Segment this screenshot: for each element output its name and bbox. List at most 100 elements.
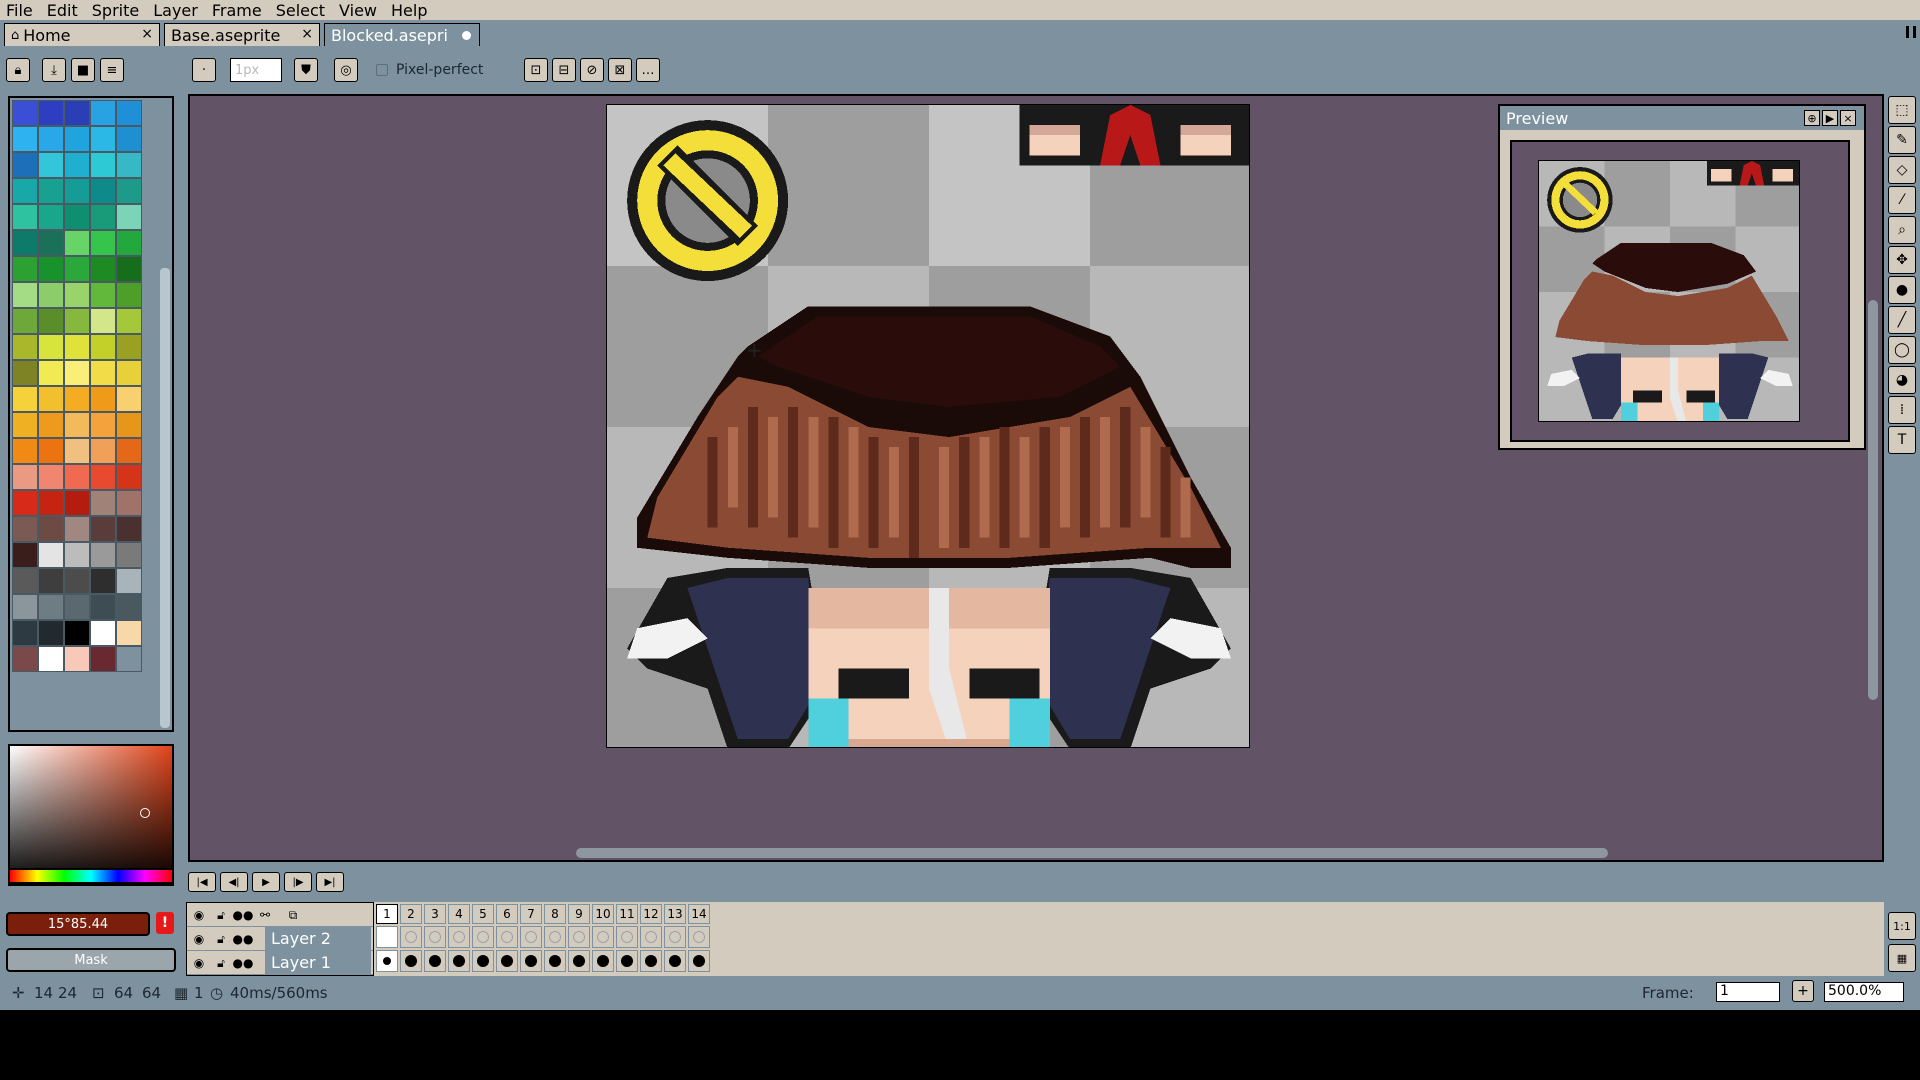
cel[interactable]: [520, 926, 542, 948]
palette-swatch[interactable]: [116, 464, 142, 490]
palette-swatch[interactable]: [12, 126, 38, 152]
horizontal-scrollbar[interactable]: [576, 848, 1608, 858]
cel[interactable]: [592, 926, 614, 948]
onion-skin-icon[interactable]: ●●: [233, 907, 254, 923]
palette-swatch[interactable]: [12, 204, 38, 230]
palette-swatch[interactable]: [12, 178, 38, 204]
cel[interactable]: [592, 950, 614, 972]
palette-swatch[interactable]: [116, 230, 142, 256]
brush-size-input[interactable]: 1px: [230, 58, 282, 82]
play-icon[interactable]: ▶: [252, 872, 280, 892]
frame-header[interactable]: 6: [496, 904, 518, 924]
layer-row-1[interactable]: ◉ 🔓︎ ●● Layer 1: [187, 951, 373, 975]
palette-swatch[interactable]: [116, 594, 142, 620]
previous-frame-icon[interactable]: ◀|: [220, 872, 248, 892]
brush-type-icon[interactable]: ·: [192, 58, 216, 82]
cel[interactable]: [544, 950, 566, 972]
palette-swatch[interactable]: [90, 568, 116, 594]
palette-swatch[interactable]: [12, 256, 38, 282]
palette-swatch[interactable]: [38, 386, 64, 412]
palette-swatch[interactable]: [12, 646, 38, 672]
spray-tool-icon[interactable]: ⁞: [1888, 396, 1916, 424]
cel[interactable]: [424, 950, 446, 972]
palette-swatch[interactable]: [116, 568, 142, 594]
palette-swatch[interactable]: [12, 620, 38, 646]
palette-swatch[interactable]: [116, 412, 142, 438]
palette-swatch[interactable]: [116, 334, 142, 360]
palette-swatch[interactable]: [38, 516, 64, 542]
palette-swatch[interactable]: [90, 256, 116, 282]
palette-swatch[interactable]: [38, 594, 64, 620]
palette-swatch[interactable]: [116, 282, 142, 308]
blur-tool-icon[interactable]: ◕: [1888, 366, 1916, 394]
visibility-icon[interactable]: ◉: [191, 955, 207, 971]
frame-header[interactable]: 4: [448, 904, 470, 924]
hue-slider[interactable]: [8, 868, 174, 884]
menu-layer[interactable]: Layer: [153, 1, 198, 20]
palette-swatch[interactable]: [12, 230, 38, 256]
symmetry-v-icon[interactable]: ⊟: [552, 58, 576, 82]
menu-sprite[interactable]: Sprite: [92, 1, 139, 20]
cel[interactable]: [640, 926, 662, 948]
palette-swatch[interactable]: [64, 412, 90, 438]
palette-swatch[interactable]: [38, 256, 64, 282]
preview-title-bar[interactable]: Preview ⊕ ▶ ×: [1500, 106, 1864, 130]
palette-swatch[interactable]: [116, 308, 142, 334]
menu-file[interactable]: File: [6, 1, 33, 20]
cel[interactable]: [376, 926, 398, 948]
palette-swatch[interactable]: [90, 620, 116, 646]
palette-swatch[interactable]: [64, 126, 90, 152]
palette-swatch[interactable]: [90, 282, 116, 308]
play-icon[interactable]: ▶: [1822, 110, 1838, 126]
frame-input[interactable]: 1: [1716, 982, 1780, 1002]
palette-swatch[interactable]: [90, 438, 116, 464]
palette-swatch[interactable]: [90, 516, 116, 542]
palette-swatch[interactable]: [64, 152, 90, 178]
tabs-overflow-icon[interactable]: [1906, 26, 1916, 38]
menu-help[interactable]: Help: [391, 1, 427, 20]
next-frame-icon[interactable]: |▶: [284, 872, 312, 892]
symmetry-h-icon[interactable]: ⊡: [524, 58, 548, 82]
continuous-icon[interactable]: ●●: [233, 955, 254, 971]
tab-base-aseprite[interactable]: Base.aseprite ×: [164, 23, 320, 46]
layer-name[interactable]: Layer 2: [265, 927, 371, 950]
palette-swatch[interactable]: [64, 230, 90, 256]
lock-icon[interactable]: 🔒︎: [6, 58, 30, 82]
cel[interactable]: [688, 926, 710, 948]
palette-scrollbar[interactable]: [160, 268, 170, 728]
palette-swatch[interactable]: [116, 386, 142, 412]
palette-swatch[interactable]: [12, 542, 38, 568]
palette-swatch[interactable]: [116, 100, 142, 126]
symmetry-both-icon[interactable]: ⊘: [580, 58, 604, 82]
menu-select[interactable]: Select: [276, 1, 325, 20]
palette-swatch[interactable]: [12, 100, 38, 126]
palette-swatch[interactable]: [38, 204, 64, 230]
menu-edit[interactable]: Edit: [47, 1, 78, 20]
cel[interactable]: [448, 926, 470, 948]
palette-swatch[interactable]: [90, 204, 116, 230]
zoom-input[interactable]: 500.0%: [1824, 982, 1904, 1002]
palette-swatch[interactable]: [116, 152, 142, 178]
palette-swatch[interactable]: [64, 282, 90, 308]
palette-swatch[interactable]: [12, 516, 38, 542]
zoom-tool-icon[interactable]: ⌕: [1888, 216, 1916, 244]
stop-icon[interactable]: ■: [71, 58, 95, 82]
palette-swatch[interactable]: [38, 438, 64, 464]
frame-header[interactable]: 11: [616, 904, 638, 924]
color-picker-knob[interactable]: [140, 808, 150, 818]
palette-swatch[interactable]: [116, 256, 142, 282]
cel[interactable]: [616, 926, 638, 948]
eyedropper-tool-icon[interactable]: ⁄: [1888, 186, 1916, 214]
palette-swatch[interactable]: [12, 594, 38, 620]
tab-home[interactable]: ⌂ Home ×: [4, 23, 160, 46]
palette-swatch[interactable]: [90, 308, 116, 334]
palette-swatch[interactable]: [38, 568, 64, 594]
move-tool-icon[interactable]: ✥: [1888, 246, 1916, 274]
palette-swatch[interactable]: [38, 126, 64, 152]
more-options-icon[interactable]: …: [636, 58, 660, 82]
frame-header[interactable]: 13: [664, 904, 686, 924]
palette-swatch[interactable]: [12, 334, 38, 360]
palette-swatch[interactable]: [64, 308, 90, 334]
add-frame-icon[interactable]: +: [1792, 980, 1814, 1002]
symmetry-none-icon[interactable]: ⊠: [608, 58, 632, 82]
